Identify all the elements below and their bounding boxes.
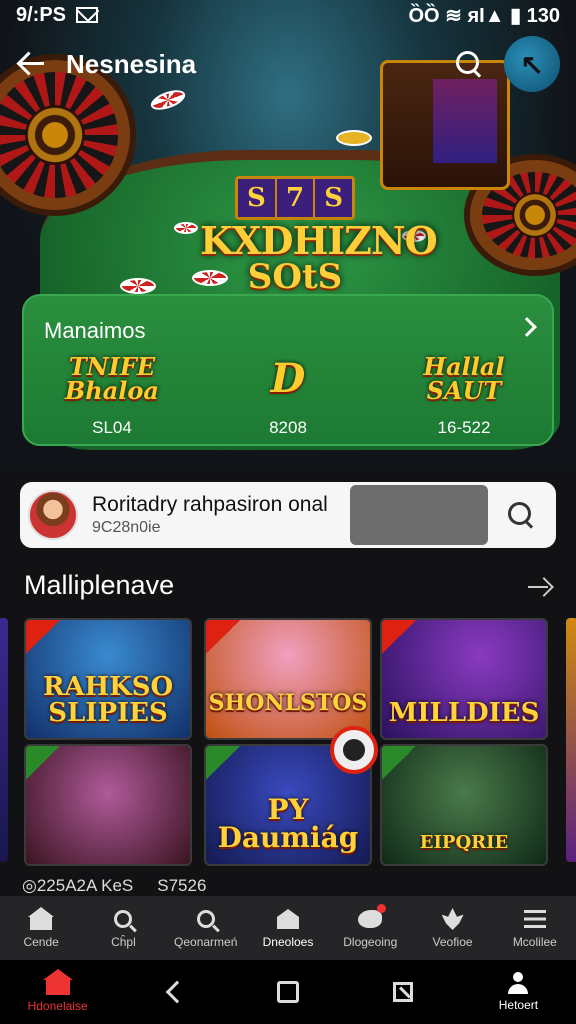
nav-item-search[interactable]: Cĥpl <box>82 896 164 960</box>
game-title: MILLDIES <box>388 698 540 728</box>
nav-item-social[interactable]: Dlogeoing <box>329 896 411 960</box>
nav-label: Veofioe <box>432 935 473 949</box>
system-home-button[interactable]: Hdonelaise <box>0 969 115 1013</box>
nav-label: Qeonarmeń <box>174 935 238 949</box>
logo-subtitle: SOtS <box>247 257 343 297</box>
system-overview-button[interactable] <box>230 981 345 1003</box>
leaf-icon <box>441 908 464 930</box>
game-tile[interactable] <box>24 744 192 866</box>
section-title: Malliplenave <box>24 570 175 600</box>
game-grid: RAHKSO SLIPIES SHONLSTOS MILLDIES PY Dau… <box>0 618 576 868</box>
search-icon[interactable] <box>506 500 536 530</box>
nav-item-explore[interactable]: Qeonarmeń <box>165 896 247 960</box>
profile-avatar[interactable]: ↖ <box>504 36 560 92</box>
featured-game-logo: TNIFE Bhaloa <box>65 352 159 405</box>
square-icon <box>277 981 299 1003</box>
reel-symbol: S <box>238 179 275 217</box>
game-title: PY Daumiág <box>217 793 359 854</box>
search-icon[interactable] <box>454 49 484 79</box>
featured-value: 16-522 <box>437 418 491 437</box>
featured-games-card[interactable]: Manaimos TNIFE Bhaloa SL04 D 8208 Hallal… <box>22 294 554 446</box>
game-title: RAHKSO SLIPIES <box>42 672 174 728</box>
app-bar: Nesnesina ↖ <box>0 36 576 92</box>
strip-title: Roritadry rahpasiron onal <box>92 493 328 516</box>
person-icon <box>507 972 529 994</box>
game-title: EIPQRIE <box>419 832 509 853</box>
featured-item[interactable]: D 8208 <box>213 346 363 438</box>
system-recents-button[interactable] <box>346 982 461 1002</box>
logo-reels: S 7 S <box>235 176 355 220</box>
floating-action-button[interactable] <box>330 726 378 774</box>
bird-icon <box>358 904 387 928</box>
casino-logo: S 7 S KXDHIZNO SOtS <box>200 176 438 297</box>
featured-game-logo: Hallal SAUT <box>423 352 505 405</box>
hot-badge <box>26 620 60 654</box>
featured-value: 8208 <box>269 418 307 437</box>
status-bar: 9/:PS ȌȌ ≋ ᴙI▲ ▮ 130 <box>0 0 576 30</box>
meta-left: ◎225A2A KeS <box>22 876 134 895</box>
nav-item-lobby[interactable]: Dneoloes <box>247 896 329 960</box>
back-chevron-icon <box>165 980 189 1004</box>
search-strip[interactable]: Roritadry rahpasiron onal 9C28n0ie <box>20 482 556 548</box>
chip-image <box>120 278 156 294</box>
nav-label: Dlogeoing <box>343 935 398 949</box>
chevron-right-icon[interactable] <box>517 317 537 337</box>
hot-badge <box>206 620 240 654</box>
meta-right: S7526 <box>157 876 207 895</box>
back-arrow-icon[interactable] <box>16 48 48 80</box>
page-title: Nesnesina <box>66 48 197 79</box>
status-time: 9/:PS <box>16 3 67 26</box>
recents-icon <box>393 982 414 1002</box>
nav-item-favorites[interactable]: Veofioe <box>411 896 493 960</box>
game-title: SHONLSTOS <box>208 690 368 716</box>
game-tile[interactable]: EIPQRIE <box>380 744 548 866</box>
new-badge <box>206 746 240 780</box>
nav-item-menu[interactable]: Mcolilee <box>494 896 576 960</box>
status-indicators: ȌȌ ≋ ᴙI▲ ▮ 130 <box>408 4 561 27</box>
strip-subtitle: 9C28n0ie <box>92 519 161 536</box>
chip-image <box>336 130 372 146</box>
user-avatar <box>28 490 78 540</box>
nav-label: Mcolilee <box>512 935 557 949</box>
system-profile-button[interactable]: Hetoert <box>461 972 576 1012</box>
bottom-nav: Cende Cĥpl Qeonarmeń Dneoloes Dlogeoing … <box>0 896 576 960</box>
game-tile[interactable]: MILLDIES <box>380 618 548 740</box>
meta-row: ◎225A2A KeS S7526 <box>22 876 206 896</box>
mail-icon <box>76 7 99 23</box>
featured-value: SL04 <box>92 418 132 437</box>
hot-badge <box>382 620 416 654</box>
game-tile-peek[interactable] <box>0 618 8 862</box>
logo-title: KXDHIZNO <box>200 218 438 263</box>
nav-label: Cĥpl <box>111 935 136 949</box>
nav-label: Dneoloes <box>262 935 314 949</box>
nav-item-home[interactable]: Cende <box>0 896 82 960</box>
home-icon <box>42 969 73 995</box>
featured-item[interactable]: Hallal SAUT 16-522 <box>389 346 539 438</box>
system-home-label: Hdonelaise <box>27 999 88 1013</box>
reel-symbol: S <box>315 179 353 217</box>
nav-label: Cende <box>23 935 59 949</box>
search-input[interactable] <box>350 485 488 545</box>
house-icon <box>276 909 299 929</box>
reel-symbol: 7 <box>276 179 314 217</box>
system-nav-bar: Hdonelaise Hetoert <box>0 960 576 1024</box>
featured-header: Manaimos <box>44 318 146 343</box>
home-icon <box>28 907 55 930</box>
search-person-icon <box>196 910 215 928</box>
avatar-glyph: ↖ <box>520 48 544 80</box>
menu-icon <box>523 910 546 928</box>
game-tile-peek[interactable] <box>566 618 576 862</box>
system-profile-label: Hetoert <box>498 998 539 1012</box>
game-tile[interactable]: SHONLSTOS <box>204 618 372 740</box>
game-tile[interactable]: RAHKSO SLIPIES <box>24 618 192 740</box>
featured-item[interactable]: TNIFE Bhaloa SL04 <box>37 346 187 438</box>
new-badge <box>26 746 60 780</box>
featured-game-logo: D <box>270 355 306 402</box>
new-badge <box>382 746 416 780</box>
system-back-button[interactable] <box>115 980 230 1004</box>
chip-image <box>174 222 198 234</box>
search-icon <box>114 910 133 928</box>
arrow-right-icon[interactable] <box>528 576 552 600</box>
